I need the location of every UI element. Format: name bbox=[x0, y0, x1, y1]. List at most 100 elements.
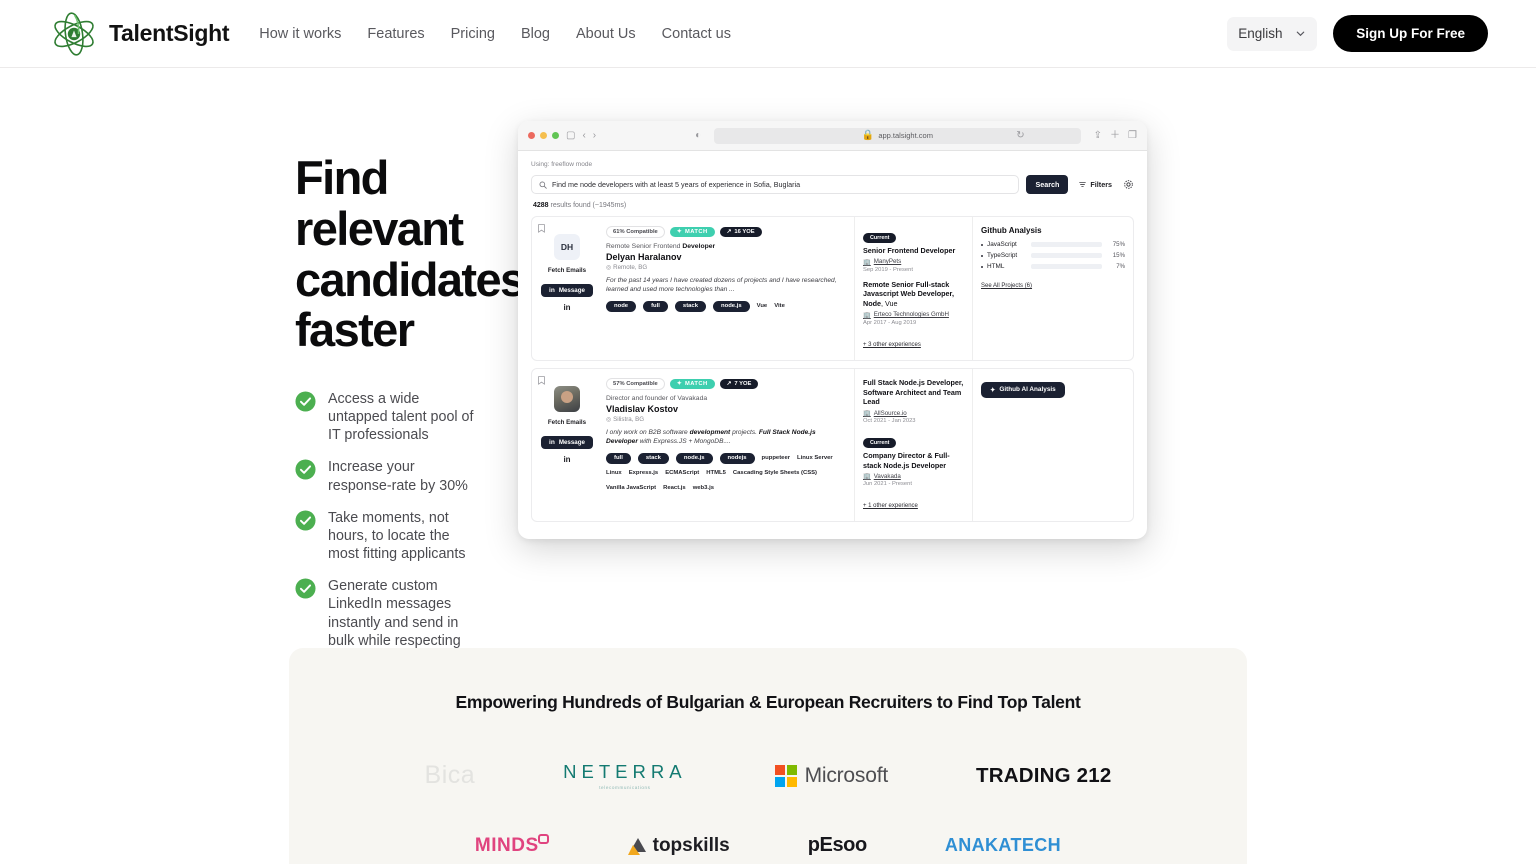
candidate-headline: Director and founder of Vavakada bbox=[606, 394, 708, 402]
skill-tag[interactable]: Vue bbox=[757, 301, 768, 312]
logo-text: topskills bbox=[652, 834, 730, 856]
nav-item-contact-us[interactable]: Contact us bbox=[662, 26, 731, 42]
experience-title-thin: , Vue bbox=[880, 299, 898, 309]
github-analysis-panel: Github Analysis JavaScript 75% TypeScrip… bbox=[973, 217, 1133, 360]
candidate-name[interactable]: Vladislav Kostov bbox=[606, 404, 846, 414]
experience-company[interactable]: 🏢 ManyPets bbox=[863, 258, 964, 266]
copy-icon[interactable]: ❐ bbox=[1128, 130, 1137, 141]
maximize-icon[interactable] bbox=[552, 132, 559, 139]
candidate-summary: 57% Compatible ✦ MATCH ↗ 7 YOE Director … bbox=[602, 368, 855, 522]
benefit-text: Increase your response-rate by 30% bbox=[328, 459, 468, 494]
search-input[interactable]: Find me node developers with at least 5 … bbox=[531, 175, 1020, 194]
benefit-list: Access a wide untapped talent pool of IT… bbox=[295, 390, 478, 668]
main-nav: How it works Features Pricing Blog About… bbox=[259, 26, 731, 42]
logo-microsoft: Microsoft bbox=[774, 764, 888, 788]
search-button[interactable]: Search bbox=[1026, 175, 1069, 194]
nav-item-how-it-works[interactable]: How it works bbox=[259, 26, 341, 42]
skill-tag[interactable]: node.js bbox=[713, 300, 750, 312]
bookmark-icon[interactable] bbox=[538, 376, 545, 385]
address-bar[interactable]: 🔒 app.talsight.com ↻ bbox=[714, 127, 1081, 144]
filters-button[interactable]: Filters bbox=[1075, 180, 1116, 189]
experience-company[interactable]: 🏢 AllSource.io bbox=[863, 409, 964, 418]
mountain-icon bbox=[627, 837, 646, 855]
nav-item-blog[interactable]: Blog bbox=[521, 26, 550, 42]
see-all-projects-link[interactable]: See All Projects (6) bbox=[981, 283, 1032, 289]
more-experiences-link[interactable]: + 3 other experiences bbox=[863, 342, 921, 348]
fetch-emails-button[interactable]: Fetch Emails bbox=[536, 267, 598, 274]
skill-tag[interactable]: node bbox=[606, 300, 637, 312]
linkedin-icon: in bbox=[549, 287, 555, 294]
github-ai-analysis-button[interactable]: ✦ Github AI Analysis bbox=[981, 381, 1065, 398]
avatar bbox=[554, 385, 580, 412]
check-circle-icon bbox=[295, 459, 316, 480]
linkedin-icon[interactable]: in bbox=[536, 303, 598, 312]
signup-button[interactable]: Sign Up For Free bbox=[1333, 15, 1488, 52]
skill-tag[interactable]: React.js bbox=[663, 483, 686, 494]
table-row[interactable]: DH Fetch Emails in Message in 61% Compat… bbox=[531, 216, 1134, 361]
experience-company[interactable]: 🏢 Vavakada bbox=[863, 472, 964, 481]
skill-tag[interactable]: Linux Server bbox=[797, 453, 833, 464]
window-controls[interactable] bbox=[528, 132, 559, 139]
brand-logo[interactable]: TalentSight bbox=[48, 9, 230, 59]
nav-item-features[interactable]: Features bbox=[367, 26, 424, 42]
share-icon[interactable]: ⇪ bbox=[1094, 130, 1102, 141]
check-circle-icon bbox=[295, 578, 316, 599]
skill-tag[interactable]: nodejs bbox=[719, 452, 755, 464]
bio-part: projects. bbox=[730, 428, 759, 436]
skill-tag[interactable]: Cascading Style Sheets (CSS) bbox=[733, 468, 817, 479]
nav-item-about-us[interactable]: About Us bbox=[576, 26, 636, 42]
github-analysis-panel: ✦ Github AI Analysis bbox=[973, 369, 1133, 522]
skill-tag[interactable]: ECMAScript bbox=[665, 468, 699, 479]
message-button[interactable]: in Message bbox=[541, 435, 593, 449]
skill-tag[interactable]: Express.js bbox=[629, 468, 658, 479]
linkedin-icon[interactable]: in bbox=[536, 455, 598, 464]
yoe-badge: ↗ 7 YOE bbox=[719, 378, 759, 389]
atom-icon bbox=[54, 11, 94, 56]
minimize-icon[interactable] bbox=[540, 132, 547, 139]
skill-tag[interactable]: web3.js bbox=[693, 483, 714, 494]
shield-icon[interactable]: ◐ bbox=[695, 130, 701, 141]
experience-title: Senior Frontend Developer bbox=[863, 246, 956, 255]
skill-tag[interactable]: HTML5 bbox=[706, 468, 726, 479]
message-button[interactable]: in Message bbox=[541, 284, 593, 297]
sparkle-icon: ✦ bbox=[676, 380, 683, 387]
skill-tags: full stack node.js nodejs puppeteer Linu… bbox=[606, 452, 846, 494]
plus-icon[interactable]: ＋ bbox=[1110, 130, 1120, 141]
close-icon[interactable] bbox=[528, 132, 535, 139]
candidate-experience: Current Senior Frontend Developer 🏢 Many… bbox=[855, 217, 973, 360]
nav-item-pricing[interactable]: Pricing bbox=[451, 26, 495, 42]
candidate-name[interactable]: Delyan Haralanov bbox=[606, 252, 846, 262]
match-badge: ✦ MATCH bbox=[669, 378, 715, 389]
bullet-icon bbox=[981, 254, 983, 257]
language-selector[interactable]: English bbox=[1227, 16, 1318, 51]
skill-tag[interactable]: full bbox=[643, 300, 668, 312]
logo-neterra: NETERRA telecommunications bbox=[563, 761, 686, 790]
skill-tag[interactable]: stack bbox=[637, 452, 669, 464]
headline-prefix: Remote Senior Frontend bbox=[606, 243, 683, 250]
logo-row-1: Bica NETERRA telecommunications Microsof… bbox=[289, 761, 1247, 790]
sidebar-icon[interactable]: ▢ bbox=[566, 130, 575, 141]
experience-dates: Oct 2021 - Jan 2023 bbox=[863, 418, 916, 425]
gear-icon[interactable] bbox=[1123, 179, 1134, 190]
skill-tag[interactable]: Linux bbox=[606, 468, 622, 479]
experience-company[interactable]: 🏢 Erteco Technologies GmbH bbox=[863, 311, 964, 319]
linkedin-icon: in bbox=[549, 438, 555, 446]
skill-tag[interactable]: full bbox=[606, 452, 631, 464]
bullet-icon bbox=[981, 265, 983, 268]
results-count-text: 4288 results found (~1945ms) bbox=[533, 202, 1134, 209]
skill-tag[interactable]: Vite bbox=[774, 301, 785, 312]
skill-tag[interactable]: node.js bbox=[675, 452, 713, 464]
table-row[interactable]: Fetch Emails in Message in 57% Compatibl… bbox=[531, 367, 1134, 523]
chevron-left-icon[interactable]: ‹ bbox=[582, 130, 585, 141]
language-bar bbox=[1031, 264, 1102, 269]
bookmark-icon[interactable] bbox=[538, 224, 545, 233]
logo-minds: MINDS bbox=[475, 833, 549, 857]
reload-icon[interactable]: ↻ bbox=[1016, 130, 1024, 141]
more-experiences-link[interactable]: + 1 other experience bbox=[863, 503, 918, 509]
skill-tag[interactable]: puppeteer bbox=[762, 453, 790, 464]
experience-dates: Jun 2021 - Present bbox=[863, 481, 912, 488]
chevron-right-icon[interactable]: › bbox=[593, 130, 596, 141]
skill-tag[interactable]: Vanilla JavaScript bbox=[606, 483, 656, 494]
skill-tag[interactable]: stack bbox=[674, 300, 706, 312]
fetch-emails-button[interactable]: Fetch Emails bbox=[536, 419, 598, 426]
